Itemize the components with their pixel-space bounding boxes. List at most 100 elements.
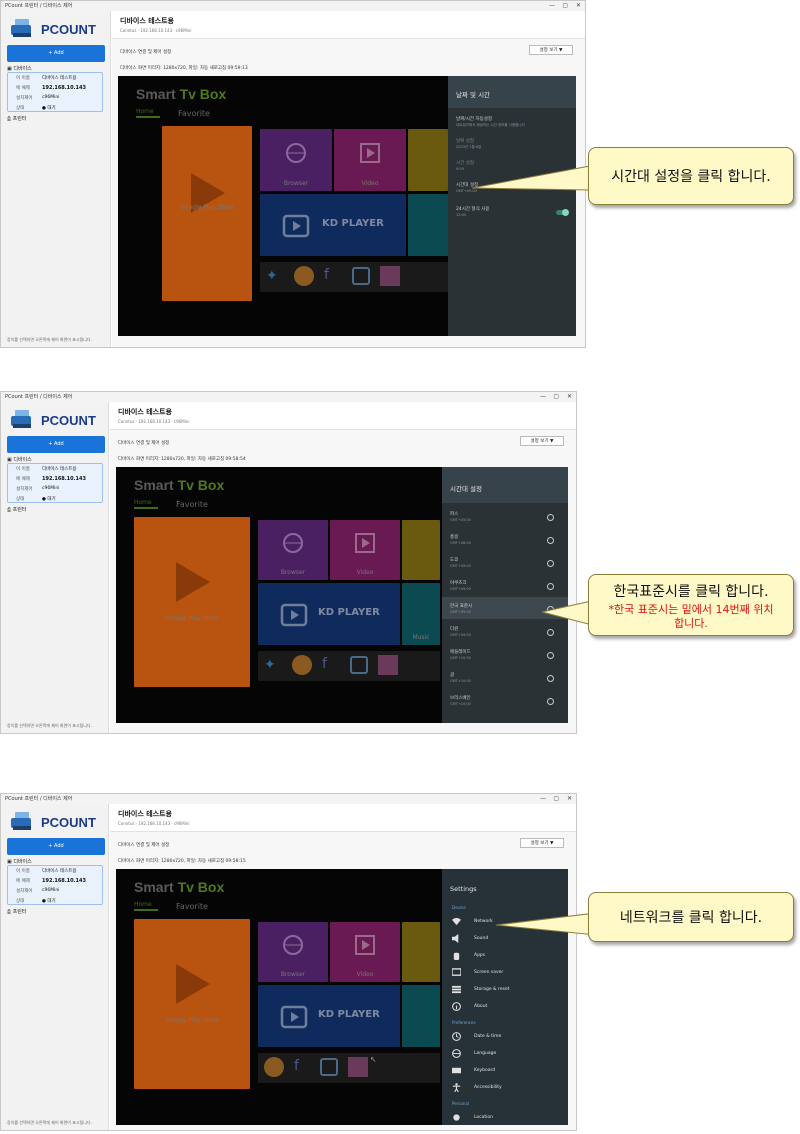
tv-tab-home[interactable]: Home [134, 499, 158, 509]
tv-tab-favorite[interactable]: Favorite [178, 109, 210, 118]
tile-kd-player[interactable]: KD PLAYER [260, 194, 406, 256]
tv-tab-favorite[interactable]: Favorite [176, 500, 208, 509]
chrome-icon[interactable] [264, 1057, 284, 1077]
facebook-icon[interactable]: f [294, 1058, 299, 1074]
view-settings-button[interactable]: 설정 보기 ▼ [520, 436, 564, 446]
tile-video[interactable]: Video [330, 922, 400, 982]
settings-item-apps[interactable]: Apps [450, 949, 568, 963]
printer-header[interactable]: ⎙ 프린터 [7, 506, 26, 513]
timezone-option[interactable]: 도쿄 GMT+09:00 [450, 557, 562, 568]
twitter-icon[interactable]: ✦ [266, 268, 278, 284]
device-title: 디바이스 테스트용 [118, 810, 172, 818]
timezone-option[interactable]: 야쿠츠크 GMT+09:00 [450, 580, 562, 591]
tile-play-store[interactable]: Google Play Store [134, 919, 250, 1089]
chrome-icon[interactable] [294, 266, 314, 286]
tv-tab-home[interactable]: Home [136, 108, 160, 118]
radio-button[interactable] [547, 560, 554, 567]
printer-header[interactable]: ⎙ 프린터 [7, 115, 26, 122]
tile-play-store[interactable]: Google Play Store [162, 126, 252, 301]
radio-button[interactable] [547, 652, 554, 659]
close-button[interactable]: ✕ [567, 795, 572, 802]
globe-icon [286, 142, 306, 163]
tile-extra[interactable] [402, 520, 440, 580]
chrome-icon[interactable] [292, 655, 312, 675]
maximize-button[interactable]: ▢ [553, 393, 559, 400]
device-value: c96Mini [42, 888, 60, 893]
play-store-icon [176, 963, 210, 1004]
timezone-option[interactable]: 괌 GMT+10:00 [450, 672, 562, 683]
minimize-button[interactable]: — [540, 393, 546, 400]
radio-button[interactable] [547, 675, 554, 682]
tile-music[interactable]: Music [402, 583, 440, 645]
player-icon[interactable] [320, 1058, 338, 1076]
logo: PCOUNT [7, 17, 107, 41]
app-icon[interactable] [380, 266, 400, 286]
add-button[interactable]: + Add [7, 838, 105, 855]
printer-header[interactable]: ⎙ 프린터 [7, 908, 26, 915]
close-button[interactable]: ✕ [576, 2, 581, 9]
tile-extra[interactable] [408, 129, 448, 191]
device-screen[interactable]: Smart Tv Box Home Favorite Google Play S… [118, 76, 576, 336]
settings-item-storage[interactable]: Storage & reset [450, 983, 568, 997]
add-button[interactable]: + Add [7, 45, 105, 62]
player-icon[interactable] [352, 267, 370, 285]
add-button[interactable]: + Add [7, 436, 105, 453]
app-icon[interactable] [378, 655, 398, 675]
app-icon[interactable] [348, 1057, 368, 1077]
device-card[interactable]: 이 이름 디바이스 테스트용 에 예제 192.168.10.143 설치제어 c96… [7, 463, 103, 503]
tile-browser[interactable]: Browser [258, 922, 328, 982]
settings-item-accessibility[interactable]: Accessibility [450, 1081, 568, 1095]
settings-item-language[interactable]: Language [450, 1047, 568, 1061]
tile-music[interactable] [408, 194, 448, 256]
sidebar: PCOUNT + Add ▣ 디바이스 이 이름 디바이스 테스트용 에 예제 19… [1, 804, 109, 1130]
settings-item-screen-saver[interactable]: Screen saver [450, 966, 568, 980]
settings-item-keyboard[interactable]: Keyboard [450, 1064, 568, 1078]
timezone-option[interactable]: 브리스베인 GMT+10:00 [450, 695, 562, 706]
radio-button[interactable] [547, 698, 554, 705]
24h-toggle[interactable] [556, 209, 569, 216]
tile-video[interactable]: Video [334, 129, 406, 191]
tile-browser[interactable]: Browser [258, 520, 328, 580]
tile-kd-player[interactable]: KD PLAYER [258, 583, 400, 645]
radio-button[interactable] [547, 514, 554, 521]
close-button[interactable]: ✕ [567, 393, 572, 400]
timezone-option[interactable]: 파스 GMT+05:00 [450, 511, 562, 522]
item-title: 괌 [450, 673, 455, 678]
tile-kd-player[interactable]: KD PLAYER [258, 985, 400, 1047]
minimize-button[interactable]: — [540, 795, 546, 802]
tile-music[interactable] [402, 985, 440, 1047]
tile-browser[interactable]: Browser [260, 129, 332, 191]
timezone-option[interactable]: 애들레이드 GMT+10:30 [450, 649, 562, 660]
device-screen[interactable]: Smart Tv Box Home Favorite Google Play S… [116, 467, 568, 723]
device-screen[interactable]: Smart Tv Box Home Favorite Google Play S… [116, 869, 568, 1125]
settings-item-location[interactable]: Location [450, 1111, 568, 1125]
facebook-icon[interactable]: f [324, 267, 329, 283]
minimize-button[interactable]: — [549, 2, 555, 9]
maximize-button[interactable]: ▢ [553, 795, 559, 802]
tv-tab-home[interactable]: Home [134, 901, 158, 911]
radio-button[interactable] [547, 583, 554, 590]
view-settings-button[interactable]: 설정 보기 ▼ [520, 838, 564, 848]
app-row: ✦ f [260, 262, 448, 292]
view-settings-button[interactable]: 설정 보기 ▼ [529, 45, 573, 55]
radio-button[interactable] [547, 537, 554, 544]
settings-panel: 날짜 및 시간 날짜/시간 자동설정 네트워크에서 제공하는 시간 정보를 사용합… [448, 76, 576, 336]
device-card[interactable]: 이 이름 디바이스 테스트용 에 예제 192.168.10.143 설치제어 c96… [7, 72, 103, 112]
tv-tab-favorite[interactable]: Favorite [176, 902, 208, 911]
24h-format-item[interactable]: 24시간 형식 사용 13:00 [456, 206, 568, 217]
item-label: Language [474, 1051, 497, 1056]
auto-datetime-item[interactable]: 날짜/시간 자동설정 네트워크에서 제공하는 시간 정보를 사용합니다 [456, 116, 568, 128]
tile-play-store[interactable]: Google Play Store [134, 517, 250, 687]
settings-item-date-time[interactable]: Date & time [450, 1030, 568, 1044]
settings-item-about[interactable]: About [450, 1000, 568, 1014]
facebook-icon[interactable]: f [322, 656, 327, 672]
screenshot-3: PCount 프린터 / 디바이스 제어 — ▢ ✕ PCOUNT + Add … [0, 793, 800, 1134]
twitter-icon[interactable]: ✦ [264, 657, 276, 673]
maximize-button[interactable]: ▢ [562, 2, 568, 9]
player-icon[interactable] [350, 656, 368, 674]
tile-extra[interactable] [402, 922, 440, 982]
timezone-option[interactable]: 홍콩 GMT+08:00 [450, 534, 562, 545]
tile-video[interactable]: Video [330, 520, 400, 580]
device-card[interactable]: 이 이름 디바이스 테스트용 에 예제 192.168.10.143 설치제어 c96… [7, 865, 103, 905]
set-date-item[interactable]: 날짜 설정 2023년 1월 6일 [456, 138, 568, 150]
